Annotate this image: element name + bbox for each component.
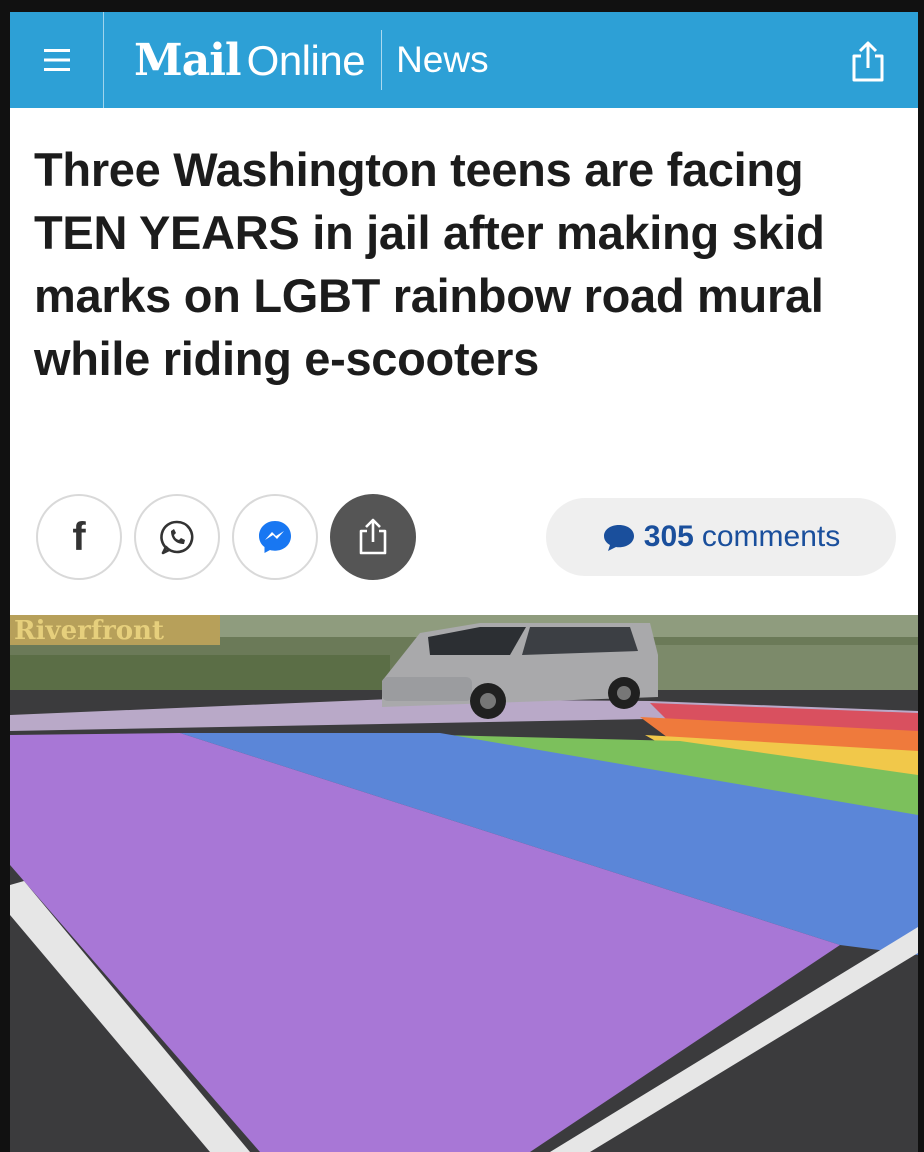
messenger-share-button[interactable] [232,494,318,580]
share-icon [359,518,387,555]
comments-count: 305 [643,520,694,553]
article-headline: Three Washington teens are facing TEN YE… [34,143,825,385]
article-screen: Mail Online News Three Washington teens … [10,12,918,1152]
sign-text: Riverfront [14,616,164,646]
article-photo[interactable]: Riverfront [10,615,918,1152]
share-icon[interactable] [848,40,888,84]
rainbow-crosswalk-photo: Riverfront [10,615,918,1152]
section-label[interactable]: News [396,39,489,81]
hamburger-menu-icon [43,49,70,71]
facebook-share-button[interactable]: f [36,494,122,580]
logo-mail-text: Mail [134,34,242,86]
site-header: Mail Online News [10,12,918,108]
menu-button[interactable] [10,12,104,108]
social-share-row: f [36,494,416,582]
facebook-icon: f [72,514,86,559]
whatsapp-icon [160,520,194,555]
comment-bubble-icon [603,525,634,551]
header-divider [381,30,383,90]
riverfront-sign: Riverfront [10,615,220,646]
site-logo[interactable]: Mail Online [134,34,366,86]
more-share-button[interactable] [330,494,416,580]
comments-button[interactable]: 305 comments [546,498,896,576]
messenger-icon [259,521,291,553]
logo-online-text: Online [246,36,366,84]
whatsapp-share-button[interactable] [134,494,220,580]
comments-label: comments [701,520,841,553]
